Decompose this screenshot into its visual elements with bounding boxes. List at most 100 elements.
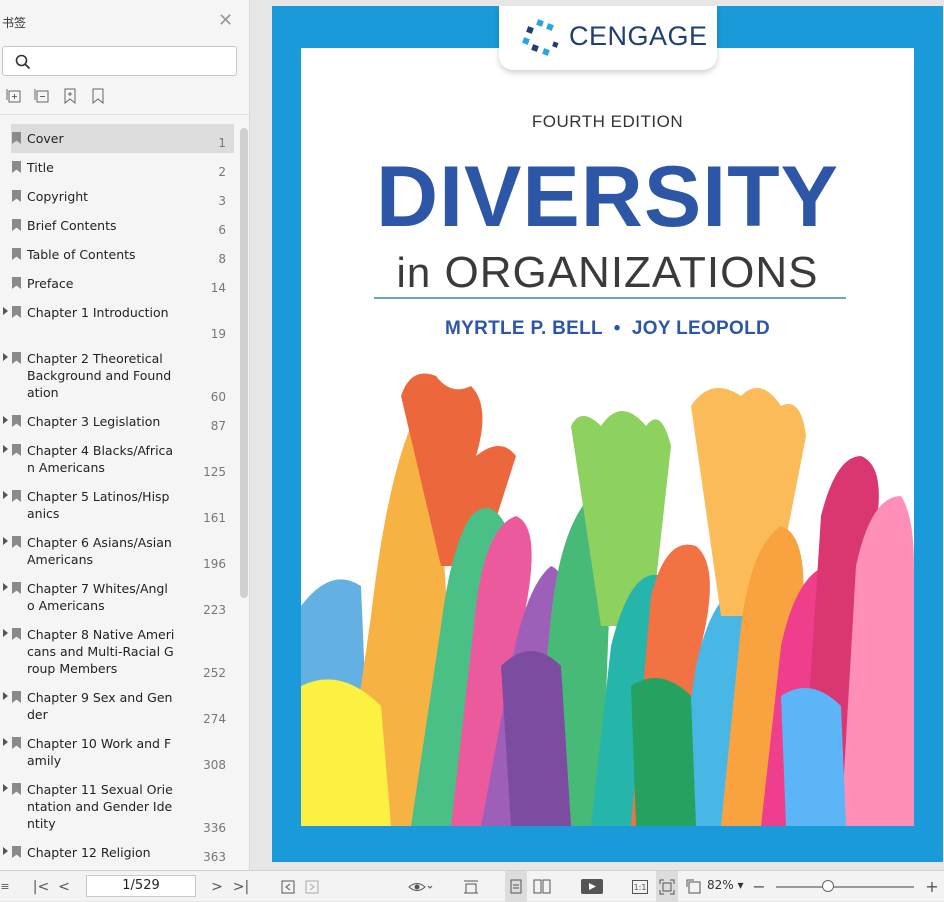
bookmark-page-number: 87 [210,419,226,433]
single-page-icon[interactable] [505,871,527,902]
bookmark-label: Copyright [27,189,89,204]
close-icon[interactable]: ✕ [218,11,233,31]
bookmark-icon [12,628,21,640]
fit-width-icon[interactable] [461,871,481,902]
bookmark-label: Title [27,160,54,175]
zoom-slider[interactable] [776,886,914,888]
page-number-input[interactable]: 1/529 [86,875,196,897]
bookmark-item[interactable]: Chapter 4 Blacks/African Americans 125 [0,436,236,482]
expand-arrow-icon[interactable] [3,307,8,315]
bookmark-item[interactable]: Table of Contents 8 [0,240,236,269]
bookmark-icon [12,691,21,703]
expand-arrow-icon[interactable] [3,491,8,499]
bookmark-item[interactable]: Brief Contents 6 [0,211,236,240]
cover-page: CENGAGE FOURTH EDITION DIVERSITY in ORGA… [272,6,943,862]
collapse-all-icon[interactable] [34,88,50,104]
bookmark-label: Chapter 11 Sexual Orientation and Gender… [27,782,173,831]
expand-arrow-icon[interactable] [3,784,8,792]
expand-arrow-icon[interactable] [3,738,8,746]
bookmark-item[interactable]: Chapter 7 Whites/Anglo Americans 223 [0,574,236,620]
bookmark-search-input[interactable] [2,46,237,76]
bookmark-page-number: 125 [203,465,226,479]
bookmark-icon [12,277,21,289]
bookmark-label: Chapter 6 Asians/Asian Americans [27,535,172,567]
bookmark-icon [12,582,21,594]
bookmark-item[interactable]: Title 2 [0,153,236,182]
bookmark-item[interactable]: Chapter 2 Theoretical Background and Fou… [0,344,236,407]
bookmark-item[interactable]: Chapter 3 Legislation 87 [0,407,236,436]
bookmark-icon [12,190,21,202]
two-page-icon[interactable] [531,871,553,902]
back-icon[interactable] [278,871,298,902]
bookmark-label: Chapter 12 Religion [27,845,151,860]
bookmark-item[interactable]: Chapter 9 Sex and Gender 274 [0,683,236,729]
bookmark-label: Chapter 4 Blacks/African Americans [27,443,174,475]
bookmark-label: Preface [27,276,74,291]
bookmark-page-number: 8 [218,252,226,266]
zoom-out-icon[interactable]: − [751,871,767,902]
bookmark-label: Chapter 7 Whites/Anglo Americans [27,581,168,613]
forward-icon[interactable] [302,871,322,902]
eye-icon[interactable] [405,871,437,902]
edition-label: FOURTH EDITION [531,112,684,131]
bookmark-item[interactable]: Chapter 8 Native Americans and Multi-Rac… [0,620,236,683]
bookmark-icon [12,490,21,502]
fit-page-icon[interactable] [656,871,678,902]
bookmark-item[interactable]: Chapter 5 Latinos/Hispanics 161 [0,482,236,528]
expand-arrow-icon[interactable] [3,353,8,361]
bookmark-page-number: 223 [203,603,226,617]
expand-arrow-icon[interactable] [3,847,8,855]
bookmark-icon [12,536,21,548]
bookmark-panel: 书签 ✕ Cover 1 Title 2 Copyright 3 Brief Content… [0,0,250,870]
prev-page-icon[interactable]: < [54,871,74,902]
bookmark-icon[interactable] [90,88,106,104]
bookmark-panel-header: 书签 ✕ [0,0,250,44]
bookmark-item[interactable]: Chapter 1 Introduction 19 [0,298,236,344]
add-bookmark-icon[interactable] [62,88,78,104]
bookmark-item[interactable]: Copyright 3 [0,182,236,211]
first-page-icon[interactable]: |< [31,871,51,902]
bookmark-icon [12,352,21,364]
bookmark-item[interactable]: Chapter 11 Sexual Orientation and Gender… [0,775,236,838]
actual-size-icon[interactable]: 1:1 [630,871,650,902]
bookmark-page-number: 161 [203,511,226,525]
expand-all-icon[interactable] [6,88,22,104]
zoom-level[interactable]: 82% ▾ [707,878,744,892]
document-view: CENGAGE FOURTH EDITION DIVERSITY in ORGA… [251,0,944,870]
bookmark-page-number: 274 [203,712,226,726]
zoom-in-icon[interactable]: + [924,871,940,902]
bookmark-item[interactable]: Chapter 12 Religion 363 [0,838,236,867]
scrollbar[interactable] [240,128,248,598]
bookmark-label: Chapter 2 Theoretical Background and Fou… [27,351,172,400]
authors: MYRTLE P. BELL • JOY LEOPOLD [272,318,943,340]
next-page-icon[interactable]: > [207,871,227,902]
expand-arrow-icon[interactable] [3,629,8,637]
sidebar-toggle-icon[interactable]: ≡ [0,871,10,902]
bookmark-item[interactable]: Cover 1 [0,124,236,153]
book-subtitle: in ORGANIZATIONS [272,248,943,298]
expand-arrow-icon[interactable] [3,583,8,591]
bookmark-item[interactable]: Chapter 6 Asians/Asian Americans 196 [0,528,236,574]
bookmark-label: Chapter 1 Introduction [27,305,169,320]
bookmark-page-number: 363 [203,850,226,864]
last-page-icon[interactable]: >| [231,871,251,902]
bookmark-label: Chapter 8 Native Americans and Multi-Rac… [27,627,175,676]
bookmark-item[interactable]: Chapter 10 Work and Family 308 [0,729,236,775]
author-2: JOY LEOPOLD [631,318,771,339]
expand-arrow-icon[interactable] [3,537,8,545]
bookmark-page-number: 2 [218,165,226,179]
bookmark-icon [12,444,21,456]
rotate-icon[interactable] [684,871,704,902]
zoom-value: 82% [707,878,734,892]
bookmark-icon [12,219,21,231]
bottom-toolbar: ≡ |< < 1/529 > >| 1:1 82% ▾ − + [0,870,944,902]
zoom-slider-handle[interactable] [822,880,835,892]
expand-arrow-icon[interactable] [3,692,8,700]
bookmark-label: Chapter 9 Sex and Gender [27,690,173,722]
bookmark-item[interactable]: Preface 14 [0,269,236,298]
expand-arrow-icon[interactable] [3,445,8,453]
expand-arrow-icon[interactable] [3,416,8,424]
bookmark-label: Table of Contents [27,247,136,262]
play-icon[interactable] [580,871,604,902]
author-separator: • [613,318,621,339]
